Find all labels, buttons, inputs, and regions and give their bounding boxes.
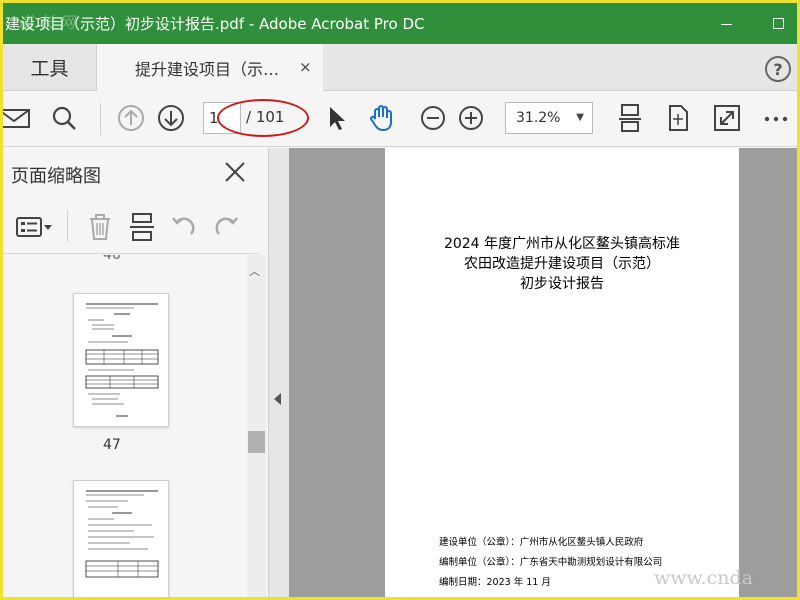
thumbnail-number: 47 — [103, 437, 121, 453]
thumbnail-preview — [85, 490, 159, 578]
rotate-page-icon[interactable] — [663, 103, 693, 133]
highlight-ellipse — [217, 99, 309, 137]
tab-tools[interactable]: 工具 — [3, 44, 97, 91]
panel-title: 页面缩略图 — [11, 166, 101, 187]
zoom-value: 31.2% — [516, 110, 561, 126]
document-title-line-3: 初步设计报告 — [520, 276, 604, 292]
minimize-button[interactable] — [703, 3, 749, 44]
prev-page-icon[interactable] — [116, 103, 146, 133]
toolbar-separator — [100, 103, 101, 135]
hand-icon[interactable] — [367, 103, 397, 133]
thumbnail-number-partial: 46 — [103, 255, 121, 263]
more-icon[interactable] — [761, 103, 791, 133]
panel-collapse-handle[interactable] — [269, 148, 289, 597]
panel-toolbar — [3, 204, 259, 254]
thumbnail-list[interactable]: 46 47 — [3, 255, 247, 597]
thumbnail-preview — [85, 303, 159, 417]
document-scroll-gutter — [739, 148, 797, 597]
tab-document[interactable]: 提升建设项目（示… × — [97, 44, 323, 91]
tab-bar: 工具 提升建设项目（示… × ? — [3, 44, 797, 91]
acrobat-window: 建设项目（示范）初步设计报告.pdf - Adobe Acrobat Pro D… — [3, 3, 797, 597]
thumbnail-page-48[interactable] — [73, 480, 169, 597]
scroll-up-icon[interactable]: ︿ — [249, 263, 260, 279]
next-page-icon[interactable] — [156, 103, 186, 133]
redo-icon[interactable] — [211, 212, 241, 242]
zoom-select[interactable]: 31.2% ▼ — [505, 102, 593, 134]
compile-date: 编制日期：2023 年 11 月 — [439, 577, 551, 588]
document-view[interactable]: 2024 年度广州市从化区鳌头镇高标准 农田改造提升建设项目（示范） 初步设计报… — [289, 148, 797, 597]
minimize-icon — [720, 24, 732, 25]
construction-unit: 建设单位（公章）：广州市从化区鳌头镇人民政府 — [439, 537, 644, 548]
document-title-line-2: 农田改造提升建设项目（示范） — [464, 256, 660, 272]
watermark-logo: 道 长 网 — [17, 13, 76, 32]
close-tab-icon[interactable]: × — [299, 58, 312, 76]
main-toolbar: 1 / 101 31.2% ▼ — [3, 91, 797, 147]
options-menu-icon[interactable] — [15, 212, 55, 242]
maximize-icon — [772, 18, 784, 29]
document-title: 2024 年度广州市从化区鳌头镇高标准 农田改造提升建设项目（示范） 初步设计报… — [385, 234, 739, 294]
zoom-in-icon[interactable] — [456, 103, 486, 133]
document-title-line-1: 2024 年度广州市从化区鳌头镇高标准 — [443, 236, 681, 252]
chevron-down-icon: ▼ — [576, 112, 584, 123]
collapse-arrow-icon — [274, 393, 281, 405]
maximize-button[interactable] — [755, 3, 797, 44]
zoom-out-icon[interactable] — [418, 103, 448, 133]
document-meta: 建设单位（公章）：广州市从化区鳌头镇人民政府 编制单位（公章）：广东省天中勘测规… — [439, 533, 662, 593]
pdf-page: 2024 年度广州市从化区鳌头镇高标准 农田改造提升建设项目（示范） 初步设计报… — [385, 148, 739, 597]
thumbnail-page-47[interactable] — [73, 293, 169, 427]
thumbnail-panel: 页面缩略图 46 47 ︿ — [3, 148, 269, 597]
search-icon[interactable] — [49, 103, 79, 133]
undo-icon[interactable] — [169, 212, 199, 242]
title-bar: 建设项目（示范）初步设计报告.pdf - Adobe Acrobat Pro D… — [3, 3, 797, 44]
help-icon[interactable]: ? — [765, 56, 791, 82]
insert-page-icon[interactable] — [127, 212, 157, 242]
site-watermark: www.cnda — [654, 567, 753, 589]
tab-document-label: 提升建设项目（示… — [135, 59, 280, 79]
panel-separator — [67, 210, 68, 242]
trash-icon[interactable] — [85, 212, 115, 242]
compiling-unit: 编制单位（公章）：广东省天中勘测规划设计有限公司 — [439, 557, 663, 568]
fullscreen-icon[interactable] — [712, 103, 742, 133]
close-panel-icon[interactable] — [223, 160, 247, 184]
mail-icon[interactable] — [3, 103, 33, 133]
thumbnail-scrollbar[interactable]: ︿ — [247, 255, 266, 597]
scrollbar-thumb[interactable] — [248, 431, 265, 453]
fit-width-icon[interactable] — [615, 103, 645, 133]
select-arrow-icon[interactable] — [321, 103, 351, 133]
